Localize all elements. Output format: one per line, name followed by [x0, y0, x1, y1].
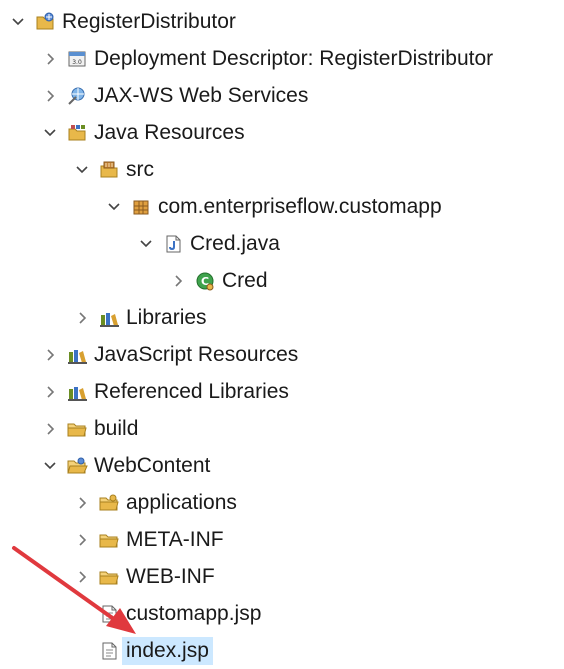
library-icon	[66, 381, 88, 403]
jsp-file-icon	[98, 640, 120, 662]
project-explorer-tree: RegisterDistributor 3.0 Deployment Descr…	[0, 0, 564, 665]
source-folder-icon	[98, 159, 120, 181]
chevron-right-icon[interactable]	[74, 495, 90, 511]
chevron-right-icon[interactable]	[42, 384, 58, 400]
folder-icon	[66, 418, 88, 440]
tree-item-label: build	[94, 416, 139, 440]
tree-item-label: WEB-INF	[126, 564, 215, 588]
tree-item-cred-class[interactable]: C Cred	[170, 262, 268, 299]
chevron-down-icon[interactable]	[10, 14, 26, 30]
tree-item-label: Referenced Libraries	[94, 379, 289, 403]
tree-item-registerdistributor[interactable]: RegisterDistributor	[10, 3, 236, 40]
tree-item-customapp-jsp[interactable]: customapp.jsp	[74, 595, 261, 632]
java-file-icon	[162, 233, 184, 255]
chevron-right-icon[interactable]	[42, 88, 58, 104]
chevron-right-icon[interactable]	[74, 532, 90, 548]
tree-item-label: applications	[126, 490, 237, 514]
chevron-right-icon[interactable]	[74, 569, 90, 585]
tree-item-web-inf[interactable]: WEB-INF	[74, 558, 215, 595]
package-icon	[130, 196, 152, 218]
tree-item-label: Cred.java	[190, 231, 280, 255]
tree-item-label: JavaScript Resources	[94, 342, 299, 366]
tree-item-label: src	[126, 157, 154, 181]
chevron-down-icon[interactable]	[42, 458, 58, 474]
tree-item-label: index.jsp	[122, 636, 213, 665]
library-icon	[66, 344, 88, 366]
tree-item-label: customapp.jsp	[126, 601, 262, 625]
chevron-right-icon[interactable]	[42, 347, 58, 363]
chevron-right-icon[interactable]	[170, 273, 186, 289]
tree-item-label: Libraries	[126, 305, 207, 329]
chevron-down-icon[interactable]	[138, 236, 154, 252]
web-services-icon	[66, 85, 88, 107]
web-project-icon	[34, 11, 56, 33]
tree-item-webcontent[interactable]: WebContent	[42, 447, 210, 484]
tree-item-meta-inf[interactable]: META-INF	[74, 521, 224, 558]
tree-item-jax-ws-web-services[interactable]: JAX-WS Web Services	[42, 77, 308, 114]
tree-item-label: Java Resources	[94, 120, 245, 144]
tree-item-label: META-INF	[126, 527, 224, 551]
tree-item-package[interactable]: com.enterpriseflow.customapp	[106, 188, 442, 225]
folder-open-icon	[66, 455, 88, 477]
deployment-descriptor-icon: 3.0	[66, 48, 88, 70]
tree-item-label: Cred	[222, 268, 268, 292]
tree-item-label: Deployment Descriptor: RegisterDistribut…	[94, 46, 494, 70]
java-resources-icon	[66, 122, 88, 144]
tree-item-referenced-libraries[interactable]: Referenced Libraries	[42, 373, 289, 410]
svg-text:3.0: 3.0	[72, 59, 82, 66]
tree-item-src[interactable]: src	[74, 151, 154, 188]
library-icon	[98, 307, 120, 329]
tree-item-libraries[interactable]: Libraries	[74, 299, 207, 336]
tree-item-label: com.enterpriseflow.customapp	[158, 194, 442, 218]
chevron-right-icon[interactable]	[42, 51, 58, 67]
class-icon: C	[194, 270, 216, 292]
chevron-down-icon[interactable]	[74, 162, 90, 178]
chevron-right-icon[interactable]	[74, 310, 90, 326]
tree-item-deployment-descriptor[interactable]: 3.0 Deployment Descriptor: RegisterDistr…	[42, 40, 493, 77]
tree-item-label: RegisterDistributor	[62, 9, 236, 33]
tree-item-label: JAX-WS Web Services	[94, 83, 309, 107]
tree-item-label: WebContent	[94, 453, 211, 477]
chevron-down-icon[interactable]	[106, 199, 122, 215]
tree-item-cred-java[interactable]: Cred.java	[138, 225, 280, 262]
jsp-file-icon	[98, 603, 120, 625]
chevron-down-icon[interactable]	[42, 125, 58, 141]
chevron-right-icon[interactable]	[42, 421, 58, 437]
folder-icon	[98, 492, 120, 514]
tree-item-java-resources[interactable]: Java Resources	[42, 114, 245, 151]
tree-item-javascript-resources[interactable]: JavaScript Resources	[42, 336, 298, 373]
tree-item-index-jsp[interactable]: index.jsp	[74, 632, 213, 669]
tree-item-applications[interactable]: applications	[74, 484, 237, 521]
tree-item-build[interactable]: build	[42, 410, 138, 447]
folder-icon	[98, 529, 120, 551]
folder-icon	[98, 566, 120, 588]
